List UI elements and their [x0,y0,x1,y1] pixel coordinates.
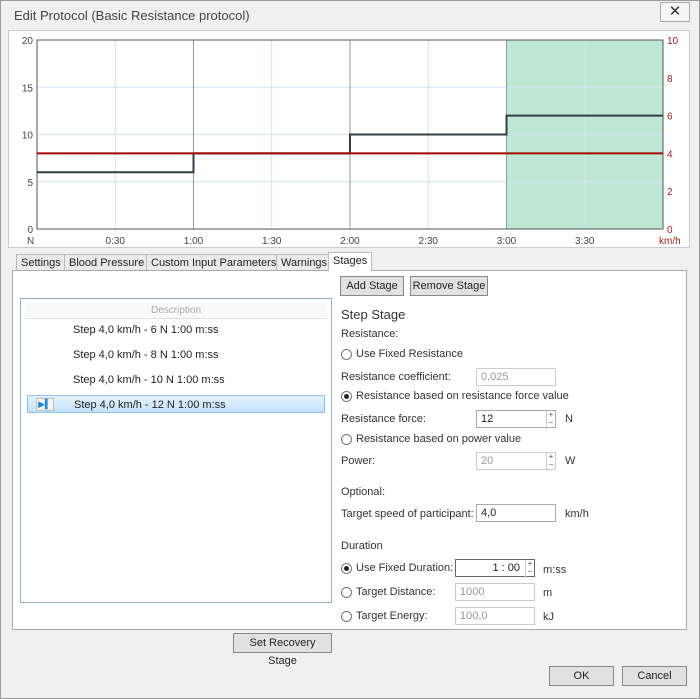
target-energy-radio[interactable] [341,611,352,622]
chart-svg: 0 5 10 15 20 0:30 1:00 1:30 2:00 2:30 3:00 3:30 0 2 4 6… [22,36,681,247]
left-tick-label: 10 [22,131,34,142]
protocol-chart: 0 5 10 15 20 0:30 1:00 1:30 2:00 2:30 3:00 3:30 0 2 4 6… [8,30,690,248]
fixed-resistance-label[interactable]: Use Fixed Resistance [356,348,463,360]
force-value: 12 [481,413,494,425]
energy-unit: kJ [543,611,554,623]
column-description[interactable]: Description [25,305,327,316]
force-radio[interactable] [341,391,352,402]
force-input[interactable]: 12 + − [476,410,556,429]
duration-label: Duration [341,540,383,552]
ok-button[interactable]: OK [549,666,614,686]
right-tick-label: 0 [667,225,673,236]
force-unit: N [565,413,573,425]
left-tick-label: 15 [22,83,34,94]
left-axis-label: N [27,236,34,247]
stage-list[interactable]: Description Step 4,0 km/h - 6 N 1:00 m:s… [20,298,332,603]
speed-unit: km/h [565,508,589,520]
left-tick-label: 20 [22,36,34,47]
target-energy-label[interactable]: Target Energy: [356,610,428,622]
target-distance-input[interactable]: 1000 [455,583,535,601]
right-tick-label: 10 [667,36,679,47]
list-header: Description [25,303,327,319]
power-label: Power: [341,455,376,467]
left-tick-label: 5 [27,178,33,189]
left-tick-label: 0 [27,225,33,236]
fixed-duration-label[interactable]: Use Fixed Duration: [356,562,453,574]
fixed-resistance-radio[interactable] [341,349,352,360]
target-distance-radio[interactable] [341,587,352,598]
x-tick-label: 2:00 [340,236,360,247]
right-axis-label: km/h [659,236,681,247]
coef-label: Resistance coefficient: [341,371,451,383]
list-item-selected[interactable]: ▶▍ Step 4,0 km/h - 12 N 1:00 m:ss [27,395,325,413]
add-stage-button[interactable]: Add Stage [340,276,404,296]
target-distance-label[interactable]: Target Distance: [356,586,435,598]
set-recovery-stage-button[interactable]: Set Recovery Stage [233,633,332,667]
right-tick-label: 4 [667,149,673,160]
power-input[interactable]: 20 + − [476,452,556,471]
force-radio-label[interactable]: Resistance based on resistance force val… [356,390,569,402]
tab-blood-pressure[interactable]: Blood Pressure [64,254,150,271]
x-tick-label: 3:00 [497,236,517,247]
right-tick-label: 6 [667,112,673,123]
speed-label: Target speed of participant: [341,508,474,520]
power-value: 20 [481,455,494,467]
spin-icon[interactable]: + − [546,453,555,471]
cancel-button[interactable]: Cancel [622,666,687,686]
distance-unit: m [543,587,553,599]
x-tick-label: 0:30 [106,236,126,247]
x-tick-label: 1:00 [184,236,204,247]
stage-title: Step Stage [341,307,406,322]
duration-unit: m:ss [543,564,567,576]
list-item[interactable]: Step 4,0 km/h - 6 N 1:00 m:ss [27,321,325,339]
right-tick-label: 8 [667,74,673,85]
list-item[interactable]: Step 4,0 km/h - 10 N 1:00 m:ss [27,371,325,389]
spin-icon[interactable]: + − [546,411,555,429]
dialog-title: Edit Protocol (Basic Resistance protocol… [14,8,250,23]
tab-warnings[interactable]: Warnings [276,254,333,271]
right-tick-label: 2 [667,187,673,198]
x-tick-label: 1:30 [262,236,282,247]
force-label: Resistance force: [341,413,426,425]
current-stage-icon: ▶▍ [36,398,54,411]
list-item-label: Step 4,0 km/h - 12 N 1:00 m:ss [74,399,226,411]
x-tick-label: 3:30 [575,236,595,247]
tab-settings[interactable]: Settings [16,254,66,271]
power-radio[interactable] [341,434,352,445]
speed-input[interactable]: 4,0 [476,504,556,522]
tab-stages[interactable]: Stages [328,252,373,271]
resistance-label: Resistance: [341,328,399,340]
duration-value: 1 : 00 [492,562,520,574]
power-radio-label[interactable]: Resistance based on power value [356,433,521,445]
close-button[interactable]: ✕ [660,2,690,22]
tab-custom-input-parameters[interactable]: Custom Input Parameters [146,254,282,271]
x-tick-label: 2:30 [419,236,439,247]
duration-input[interactable]: 1 : 00 + − [455,559,535,578]
optional-label: Optional: [341,486,386,498]
spin-icon[interactable]: + − [525,560,534,578]
fixed-duration-radio[interactable] [341,563,352,574]
remove-stage-button[interactable]: Remove Stage [410,276,488,296]
coef-input[interactable]: 0,025 [476,368,556,386]
target-energy-input[interactable]: 100,0 [455,607,535,625]
power-unit: W [565,455,576,467]
list-item[interactable]: Step 4,0 km/h - 8 N 1:00 m:ss [27,346,325,364]
